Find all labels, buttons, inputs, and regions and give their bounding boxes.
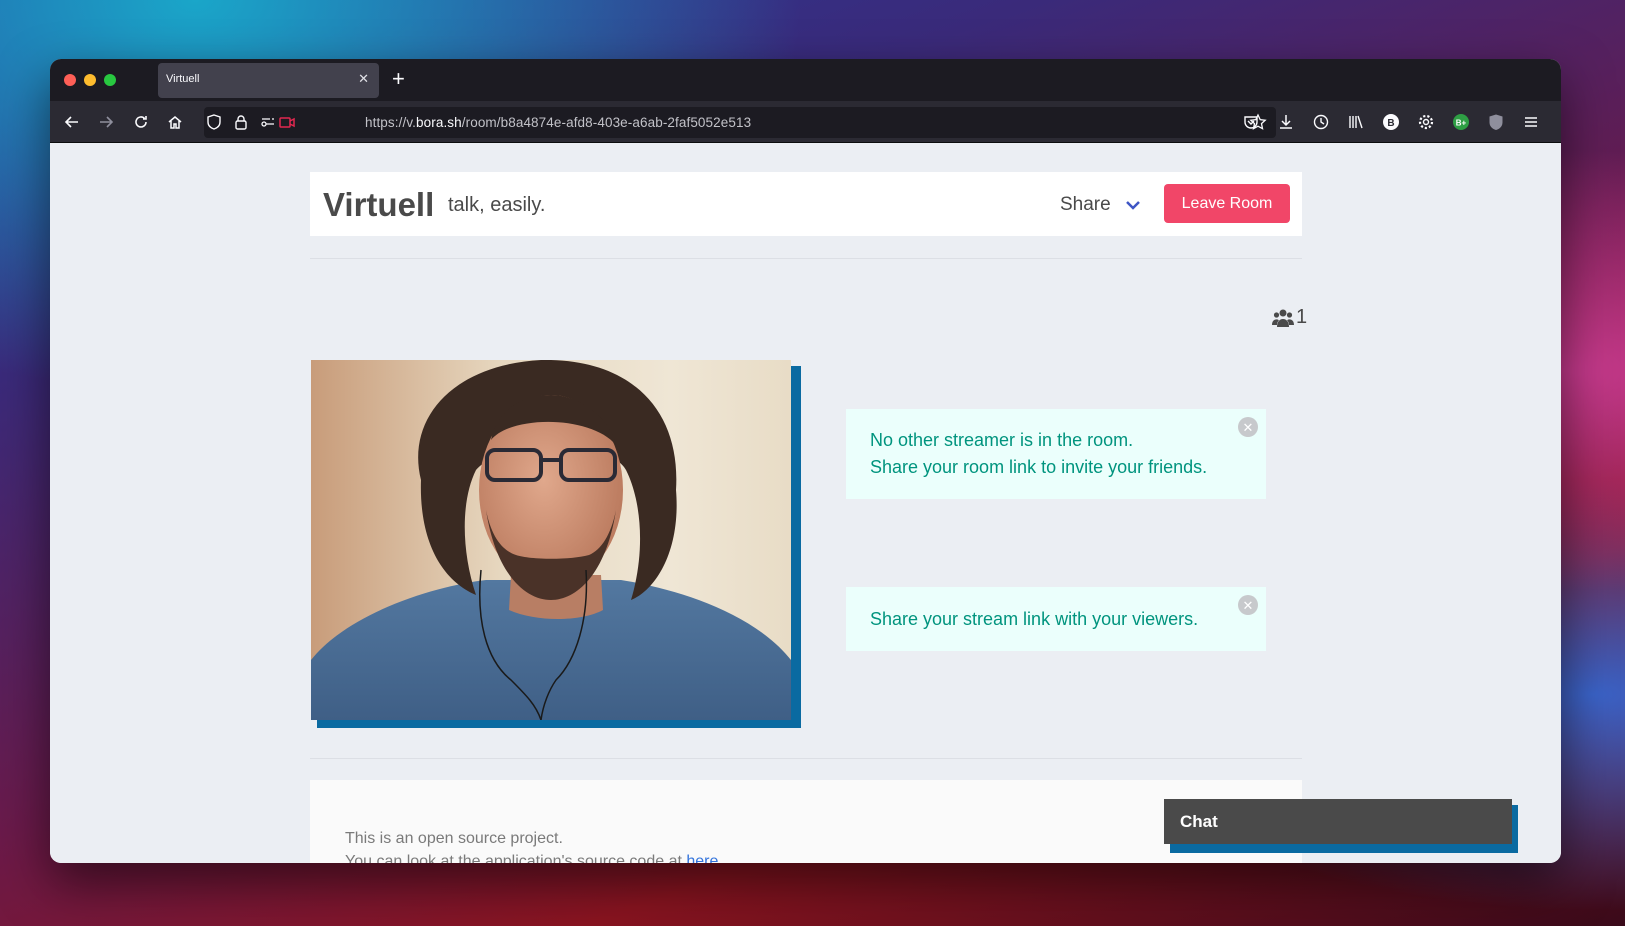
share-dropdown[interactable]: Share xyxy=(1060,194,1141,216)
ublock-shield-icon[interactable] xyxy=(1486,112,1506,132)
close-window-button[interactable] xyxy=(64,74,76,86)
chevron-down-icon xyxy=(1125,201,1140,210)
viewer-count-value: 1 xyxy=(1296,306,1308,328)
forward-icon[interactable] xyxy=(96,112,116,132)
zoom-window-button[interactable] xyxy=(104,74,116,86)
svg-text:B: B xyxy=(1387,118,1394,129)
app-header: Virtuell talk, easily. Share Leave Room xyxy=(310,172,1302,236)
extension-b-icon[interactable]: B xyxy=(1381,112,1401,132)
svg-text:B+: B+ xyxy=(1456,119,1467,128)
browser-window: Virtuell ✕ + https://v.bora.sh/room/b8a4… xyxy=(50,59,1561,863)
notification-line: Share your room link to invite your frie… xyxy=(870,457,1208,477)
source-code-link[interactable]: here. xyxy=(686,853,722,863)
url-bar[interactable]: https://v.bora.sh/room/b8a4874e-afd8-403… xyxy=(204,107,1276,138)
tab-bar: Virtuell ✕ + xyxy=(50,59,1561,101)
footer: This is an open source project. You can … xyxy=(310,780,1302,863)
back-icon[interactable] xyxy=(62,112,82,132)
web-page: Virtuell talk, easily. Share Leave Room … xyxy=(50,144,1561,863)
reload-icon[interactable] xyxy=(131,112,151,132)
brand-title[interactable]: Virtuell xyxy=(323,186,434,224)
chat-label: Chat xyxy=(1180,812,1218,831)
webcam-person-image xyxy=(311,360,791,720)
local-video-stream[interactable] xyxy=(311,360,791,720)
tab-close-icon[interactable]: ✕ xyxy=(358,71,369,87)
extension-bplus-icon[interactable]: B+ xyxy=(1451,112,1471,132)
downloads-icon[interactable] xyxy=(1276,112,1296,132)
notification-stream-link: Share your stream link with your viewers… xyxy=(846,587,1266,651)
chat-toggle-button[interactable]: Chat xyxy=(1164,799,1512,844)
navigation-toolbar: https://v.bora.sh/room/b8a4874e-afd8-403… xyxy=(50,101,1561,143)
divider xyxy=(310,758,1302,759)
tracking-shield-icon[interactable] xyxy=(204,112,224,132)
share-label: Share xyxy=(1060,194,1111,215)
settings-gear-icon[interactable] xyxy=(1416,112,1436,132)
url-text[interactable]: https://v.bora.sh/room/b8a4874e-afd8-403… xyxy=(365,115,751,130)
users-icon xyxy=(1272,309,1294,327)
minimize-window-button[interactable] xyxy=(84,74,96,86)
tagline: talk, easily. xyxy=(448,194,546,216)
close-notification-icon[interactable]: ✕ xyxy=(1238,595,1258,615)
library-icon[interactable] xyxy=(1346,112,1366,132)
camera-sharing-icon[interactable] xyxy=(277,112,297,132)
menu-icon[interactable] xyxy=(1521,112,1541,132)
permissions-icon[interactable] xyxy=(258,112,278,132)
history-icon[interactable] xyxy=(1311,112,1331,132)
notification-line: No other streamer is in the room. xyxy=(870,430,1134,450)
divider xyxy=(310,258,1302,259)
lock-icon[interactable] xyxy=(231,112,251,132)
leave-room-button[interactable]: Leave Room xyxy=(1164,184,1290,223)
tab-title: Virtuell xyxy=(166,73,200,85)
notification-no-streamer: No other streamer is in the room. Share … xyxy=(846,409,1266,499)
tab-virtuell[interactable]: Virtuell ✕ xyxy=(158,63,379,98)
new-tab-button[interactable]: + xyxy=(392,66,405,92)
close-notification-icon[interactable]: ✕ xyxy=(1238,417,1258,437)
home-icon[interactable] xyxy=(165,112,185,132)
footer-text: This is an open source project. xyxy=(345,830,563,847)
footer-text: You can look at the application's source… xyxy=(345,853,723,863)
viewer-count: 1 xyxy=(1272,306,1307,329)
notification-line: Share your stream link with your viewers… xyxy=(870,609,1199,629)
pocket-icon[interactable] xyxy=(1241,112,1261,132)
